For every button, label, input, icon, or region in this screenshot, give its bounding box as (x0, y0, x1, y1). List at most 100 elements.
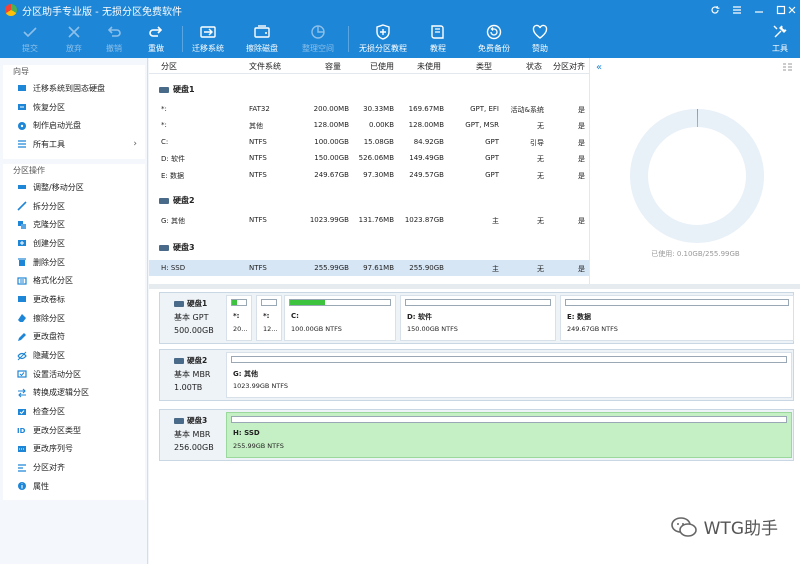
sidebar-item-split[interactable]: 拆分分区 (3, 197, 145, 216)
label-icon (17, 294, 27, 304)
table-row[interactable]: G: 其他 NTFS 1023.99GB 131.76MB 1023.87GB 主无是 (149, 212, 589, 228)
partition-block[interactable]: D: 软件 150.00GB NTFS (400, 295, 556, 341)
donate-button[interactable]: 赞助 (528, 20, 552, 58)
disk-name: 硬盘3 (187, 416, 208, 425)
free-backup-button[interactable]: 免费备份 (474, 20, 514, 58)
sidebar-item-set-active[interactable]: 设置活动分区 (3, 365, 145, 384)
disk-group-label[interactable]: 硬盘3 (159, 242, 195, 253)
table-cell: 无 (537, 265, 544, 273)
table-cell: 150.00GB (314, 154, 349, 162)
align-icon (17, 463, 27, 473)
disk-icon (174, 417, 184, 424)
disk-group-label[interactable]: 硬盘1 (159, 84, 195, 95)
sidebar-item-label: 更改序列号 (33, 444, 73, 454)
sidebar-item-label: 所有工具 (33, 139, 65, 149)
refresh-window-button[interactable] (704, 0, 726, 20)
commit-button[interactable]: 提交 (18, 20, 42, 58)
sidebar-item-label: 克隆分区 (33, 220, 65, 230)
sidebar-item-create[interactable]: 创建分区 (3, 234, 145, 253)
sidebar-item-change-letter[interactable]: 更改盘符 (3, 328, 145, 347)
table-row[interactable]: *: 其他 128.00MB 0.00KB 128.00MB GPT, MSR 无是 (149, 117, 589, 133)
discard-button[interactable]: 放弃 (62, 20, 86, 58)
eraser-icon (17, 313, 27, 323)
col-type[interactable]: 类型 (476, 61, 492, 72)
sidebar-item-clone[interactable]: 克隆分区 (3, 215, 145, 234)
table-cell: 249.57GB (409, 171, 444, 179)
disk-name-row: 硬盘1 (174, 298, 224, 309)
migrate-os-button[interactable]: 迁移系统 (190, 20, 226, 58)
sidebar-item-migrate-ssd[interactable]: 迁移系统到固态硬盘 (3, 79, 145, 98)
table-cell: GPT (485, 171, 499, 179)
close-button[interactable] (784, 0, 800, 20)
table-cell: 是 (578, 217, 585, 225)
table-cell: 0.00KB (369, 121, 394, 129)
col-filesystem[interactable]: 文件系统 (249, 61, 281, 72)
partition-block[interactable]: *: 20... (226, 295, 252, 341)
disk-card[interactable]: 硬盘3 基本 MBR 256.00GB H: SSD 255.99GB NTFS (159, 409, 794, 461)
sidebar-item-wipe[interactable]: 擦除分区 (3, 309, 145, 328)
partition-block[interactable]: *: 12... (256, 295, 282, 341)
sidebar-item-change-label[interactable]: 更改卷标 (3, 290, 145, 309)
disk-group-label[interactable]: 硬盘2 (159, 195, 195, 206)
partition-usage-bar (565, 299, 789, 306)
table-cell: 无 (537, 217, 544, 225)
partition-label: H: SSD (233, 429, 260, 437)
col-used[interactable]: 已使用 (370, 61, 394, 72)
table-row[interactable]: E: 数据 NTFS 249.67GB 97.30MB 249.57GB GPT 无是 (149, 167, 589, 183)
sidebar-item-all-tools[interactable]: 所有工具 › (3, 135, 145, 154)
partition-block[interactable]: H: SSD 255.99GB NTFS (226, 412, 792, 458)
col-unused[interactable]: 未使用 (417, 61, 441, 72)
table-row[interactable]: H: SSD NTFS 255.99GB 97.61MB 255.90GB 主无是 (149, 260, 589, 276)
sidebar-item-check[interactable]: 检查分区 (3, 402, 145, 421)
free-space-button[interactable]: 整理空间 (300, 20, 336, 58)
table-cell: *: (161, 105, 167, 113)
tutorial-button[interactable]: 教程 (426, 20, 450, 58)
partition-block[interactable]: E: 数据 249.67GB NTFS (560, 295, 794, 341)
col-alignment[interactable]: 分区对齐 (553, 61, 585, 72)
menu-window-button[interactable] (726, 0, 748, 20)
sidebar-item-convert-logical[interactable]: 转换成逻辑分区 (3, 384, 145, 403)
col-status[interactable]: 状态 (526, 61, 542, 72)
table-cell: 活动&系统 (510, 106, 544, 114)
refresh-icon (711, 6, 720, 14)
partition-block[interactable]: G: 其他 1023.99GB NTFS (226, 352, 792, 398)
checkmark-icon (21, 23, 39, 41)
sidebar-item-bootable-disc[interactable]: 制作启动光盘 (3, 116, 145, 135)
sidebar-item-restore-partition[interactable]: 恢复分区 (3, 98, 145, 117)
partition-tutorial-button[interactable]: 无损分区教程 (356, 20, 410, 58)
info-icon (17, 481, 27, 491)
tools-icon (771, 23, 789, 41)
sidebar-item-format[interactable]: 格式化分区 (3, 271, 145, 290)
disk-card[interactable]: 硬盘1 基本 GPT 500.00GB *: 20... *: 12... C: 100.00G… (159, 292, 794, 344)
sidebar-item-change-serial[interactable]: 更改序列号 (3, 440, 145, 459)
table-row[interactable]: D: 软件 NTFS 150.00GB 526.06MB 149.49GB GPT 无是 (149, 150, 589, 166)
sidebar-item-align[interactable]: 分区对齐 (3, 458, 145, 477)
tools-button[interactable]: 工具 (768, 20, 792, 58)
table-row[interactable]: C: NTFS 100.00GB 15.08GB 84.92GB GPT 引导是 (149, 134, 589, 150)
minimize-button[interactable] (748, 0, 770, 20)
col-capacity[interactable]: 容量 (325, 61, 341, 72)
table-cell: G: 其他 (161, 217, 186, 225)
disk-card[interactable]: 硬盘2 基本 MBR 1.00TB G: 其他 1023.99GB NTFS (159, 349, 794, 401)
sidebar-item-label: 擦除分区 (33, 313, 65, 323)
table-row[interactable]: *: FAT32 200.00MB 30.33MB 169.67MB GPT, EFI 活动… (149, 101, 589, 117)
partition-usage-bar (231, 416, 787, 423)
sidebar-item-delete[interactable]: 删除分区 (3, 253, 145, 272)
disk-size: 500.00GB (174, 326, 214, 335)
wipe-disk-button[interactable]: 擦除磁盘 (244, 20, 280, 58)
watermark-text: WTG助手 (703, 519, 778, 539)
bootable-disc-icon (17, 121, 27, 131)
redo-button[interactable]: 重做 (144, 20, 168, 58)
partition-block[interactable]: C: 100.00GB NTFS (284, 295, 396, 341)
sidebar-item-hide[interactable]: 隐藏分区 (3, 346, 145, 365)
table-cell: 249.67GB (314, 171, 349, 179)
pie-space-icon (309, 23, 327, 41)
sidebar-item-properties[interactable]: 属性 (3, 477, 145, 496)
table-header: 分区 文件系统 容量 已使用 未使用 类型 状态 分区对齐 (149, 58, 589, 74)
sidebar-item-label: 制作启动光盘 (33, 121, 81, 131)
sidebar-item-resize-move[interactable]: 调整/移动分区 (3, 178, 145, 197)
col-partition[interactable]: 分区 (161, 61, 177, 72)
table-cell: 主 (492, 217, 499, 225)
sidebar-item-change-type[interactable]: ID 更改分区类型 (3, 421, 145, 440)
undo-button[interactable]: 撤销 (102, 20, 126, 58)
